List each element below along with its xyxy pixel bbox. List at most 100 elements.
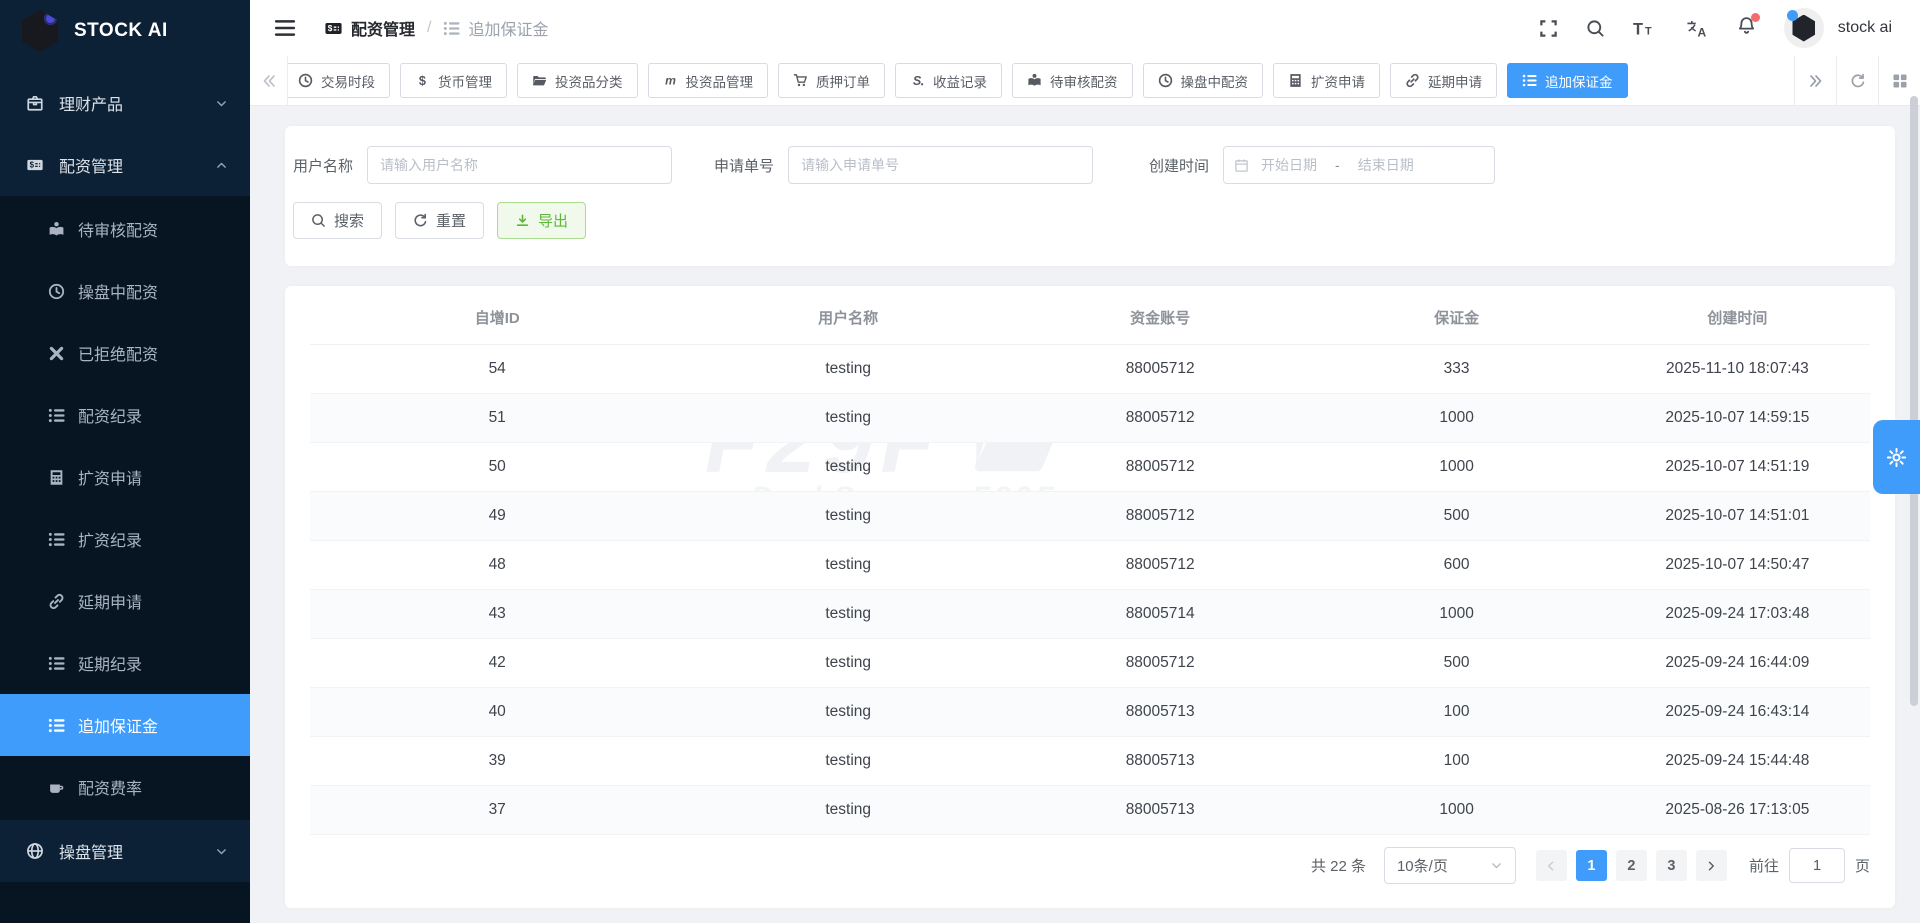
box-icon (26, 94, 44, 112)
column-header: 创建时间 (1605, 292, 1870, 344)
calculator-icon (48, 469, 65, 486)
tab[interactable]: m 投资品管理 (648, 63, 769, 98)
fullscreen-icon[interactable] (1539, 19, 1558, 38)
tab[interactable]: 投资品分类 (517, 63, 638, 98)
mug-icon (48, 779, 65, 796)
cell-id: 40 (310, 687, 684, 736)
date-range-picker[interactable]: 开始日期 - 结束日期 (1223, 146, 1495, 184)
sidebar-subitem[interactable]: 已拒绝配资 (0, 322, 250, 384)
tab-label: 收益记录 (933, 71, 987, 91)
app-logo: STOCK AI (0, 0, 250, 62)
order-number-label: 申请单号 (714, 155, 774, 176)
tab[interactable]: 追加保证金 (1507, 63, 1628, 98)
header-actions: TT A stock ai (1539, 8, 1892, 48)
cell-created-time: 2025-09-24 16:43:14 (1605, 687, 1870, 736)
export-button[interactable]: 导出 (497, 202, 586, 239)
cell-account: 88005712 (1012, 638, 1308, 687)
sidebar-subitem-label: 延期纪录 (78, 651, 142, 675)
svg-text:T: T (1645, 25, 1652, 37)
avatar[interactable] (1784, 8, 1824, 48)
tabs-scroll-right-button[interactable] (1794, 56, 1836, 105)
double-left-icon (261, 73, 277, 89)
svg-text:S: S (913, 74, 922, 88)
sidebar-subitem-label: 延期申请 (78, 589, 142, 613)
clock-icon (298, 73, 313, 88)
sidebar-item-trading-management[interactable]: 操盘管理 (0, 820, 250, 882)
cell-margin: 1000 (1308, 393, 1604, 442)
list-icon (48, 655, 65, 672)
sidebar-filler (0, 882, 250, 923)
double-right-icon (1808, 73, 1824, 89)
tab[interactable]: 延期申请 (1390, 63, 1497, 98)
start-date-placeholder: 开始日期 (1257, 155, 1317, 175)
tab-label: 操盘中配资 (1181, 71, 1249, 91)
cell-margin: 100 (1308, 687, 1604, 736)
tab[interactable]: 操盘中配资 (1143, 63, 1264, 98)
reset-button[interactable]: 重置 (395, 202, 484, 239)
sidebar-item-label: 理财产品 (59, 91, 123, 115)
sidebar-item-wealth-products[interactable]: 理财产品 (0, 72, 250, 134)
tab[interactable]: 待审核配资 (1012, 63, 1133, 98)
username-input[interactable] (367, 146, 672, 184)
sidebar-subitem[interactable]: 配资费率 (0, 756, 250, 818)
cell-id: 42 (310, 638, 684, 687)
tab[interactable]: $ 货币管理 (400, 63, 507, 98)
cell-username: testing (684, 491, 1012, 540)
sidebar-subitem[interactable]: 延期纪录 (0, 632, 250, 694)
prev-page-button[interactable] (1536, 850, 1567, 881)
next-page-button[interactable] (1696, 850, 1727, 881)
sidebar-subitem[interactable]: 配资纪录 (0, 384, 250, 446)
cell-account: 88005712 (1012, 491, 1308, 540)
order-number-input[interactable] (788, 146, 1093, 184)
sidebar-subitem[interactable]: 操盘中配资 (0, 260, 250, 322)
vertical-scrollbar[interactable] (1910, 96, 1918, 706)
page-number-button[interactable]: 1 (1576, 850, 1607, 881)
sidebar-subitem[interactable]: 追加保证金 (0, 694, 250, 756)
tab[interactable]: S 收益记录 (895, 63, 1002, 98)
money-check-icon: $ (324, 19, 343, 38)
cell-username: testing (684, 638, 1012, 687)
sidebar-subitem[interactable]: 延期申请 (0, 570, 250, 632)
x-icon (48, 345, 65, 362)
sidebar-subitem[interactable]: 扩资纪录 (0, 508, 250, 570)
breadcrumb-parent[interactable]: $ 配资管理 (324, 16, 415, 40)
page-size-select[interactable]: 10条/页 (1384, 847, 1516, 884)
total-count: 共 22 条 (1311, 855, 1366, 876)
page-number-button[interactable]: 3 (1656, 850, 1687, 881)
tab-label: 质押订单 (816, 71, 870, 91)
pager: 1 2 3 (1536, 850, 1727, 881)
search-button[interactable]: 搜索 (293, 202, 382, 239)
svg-text:T: T (1633, 20, 1643, 38)
cell-created-time: 2025-08-26 17:13:05 (1605, 785, 1870, 834)
refresh-icon (413, 213, 428, 228)
page-number-button[interactable]: 2 (1616, 850, 1647, 881)
breadcrumb-separator: / (427, 19, 431, 37)
notifications-button[interactable] (1737, 16, 1756, 40)
sidebar-item-financing-management[interactable]: $ 配资管理 (0, 134, 250, 196)
sidebar-subitem[interactable]: 扩资申请 (0, 446, 250, 508)
tab[interactable]: 扩资申请 (1273, 63, 1380, 98)
cell-account: 88005712 (1012, 442, 1308, 491)
margin-call-table: 自增ID 用户名称 资金账号 保证金 创建时间 54 testing 88005… (310, 292, 1870, 835)
sidebar-subitem-label: 配资费率 (78, 775, 142, 799)
font-size-icon[interactable]: TT (1633, 19, 1657, 38)
table-row: 49 testing 88005712 500 2025-10-07 14:51… (310, 491, 1870, 540)
cell-username: testing (684, 785, 1012, 834)
sidebar-subitem[interactable]: 待审核配资 (0, 198, 250, 260)
search-icon[interactable] (1586, 19, 1605, 38)
gear-icon (1886, 447, 1907, 468)
settings-fab[interactable] (1873, 420, 1920, 494)
cell-id: 50 (310, 442, 684, 491)
tabs-scroll-left-button[interactable] (250, 56, 288, 105)
svg-text:$: $ (419, 74, 426, 88)
user-name[interactable]: stock ai (1838, 19, 1892, 37)
goto-page-input[interactable] (1789, 848, 1845, 883)
tab[interactable]: 质押订单 (778, 63, 885, 98)
tab[interactable]: 交易时段 (288, 63, 390, 98)
tab-label: 延期申请 (1428, 71, 1482, 91)
refresh-tab-button[interactable] (1836, 56, 1878, 105)
translate-icon[interactable]: A (1685, 19, 1709, 38)
tab-label: 交易时段 (321, 71, 375, 91)
sidebar-collapse-icon[interactable] (274, 19, 296, 37)
svg-text:A: A (1697, 25, 1706, 37)
